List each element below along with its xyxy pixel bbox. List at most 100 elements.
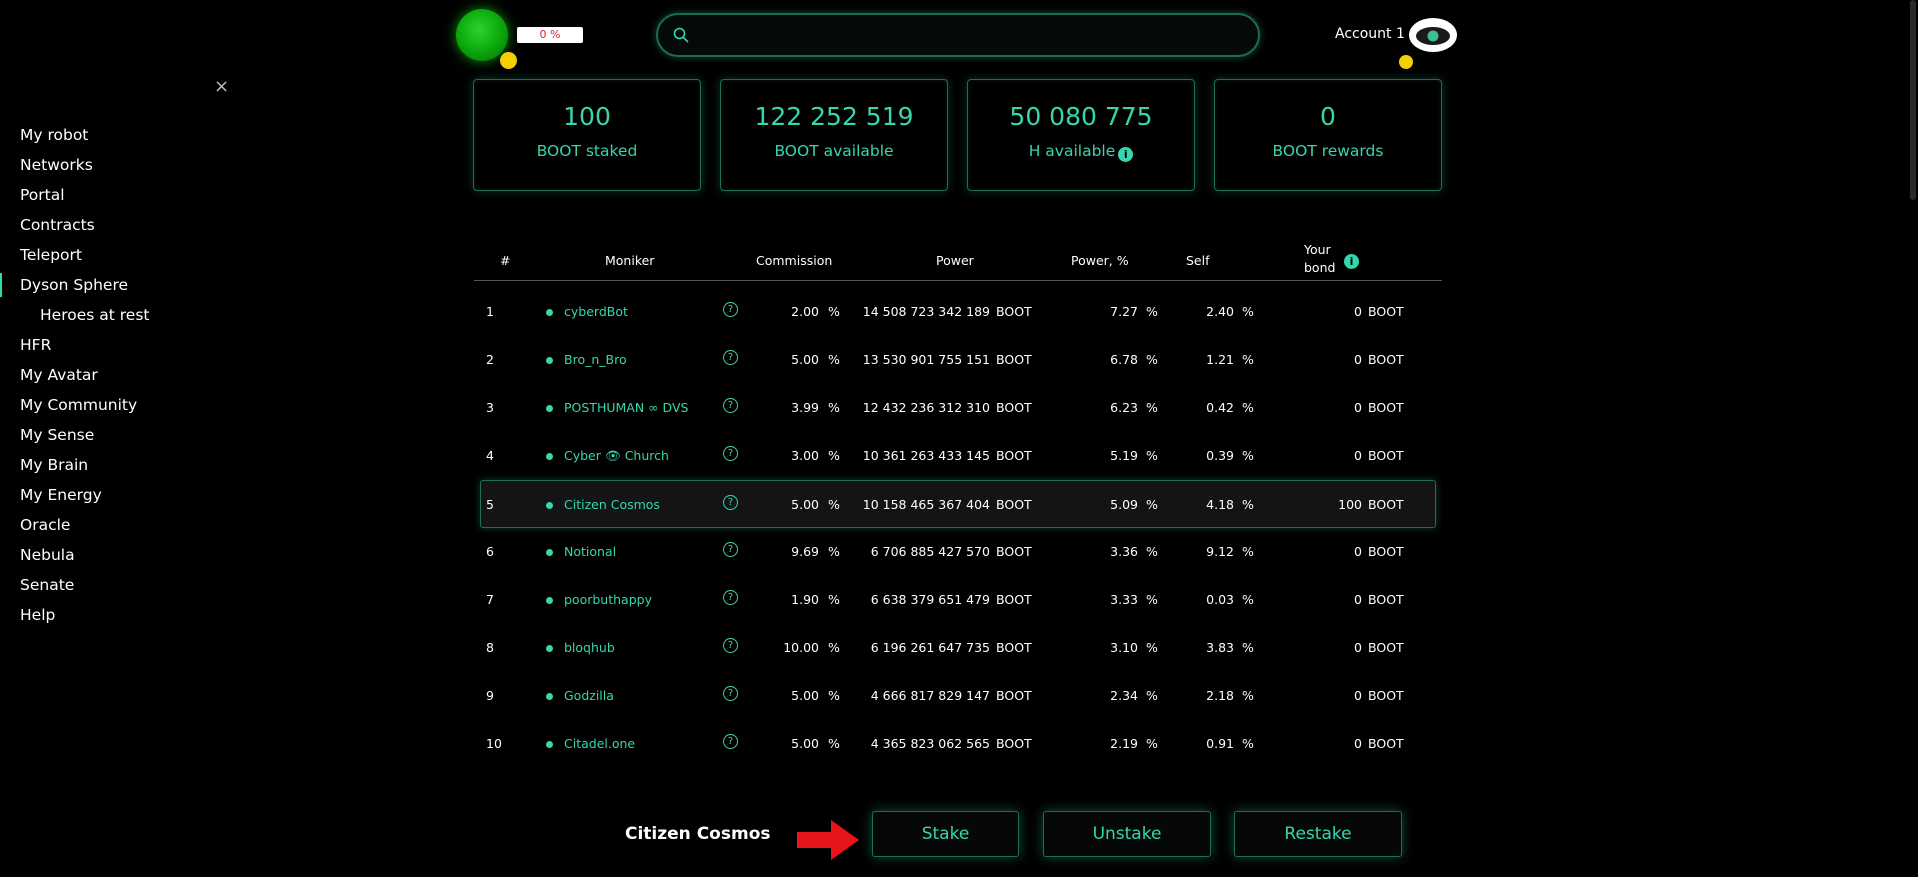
cell-number: 6 [486, 544, 494, 559]
validator-moniker-link[interactable]: cyberdBot [564, 304, 628, 319]
cell-self: 1.21 [1206, 352, 1234, 367]
cell-self: 0.42 [1206, 400, 1234, 415]
cell-self-unit: % [1242, 688, 1254, 703]
col-header-self[interactable]: Self [1186, 253, 1210, 268]
table-row[interactable]: 4 Cyber 👁 Church? 3.00% 10 361 263 433 145 B… [474, 432, 1442, 480]
cell-power-pct: 2.19 [1110, 736, 1138, 751]
table-row[interactable]: 10 Citadel.one? 5.00% 4 365 823 062 565 BOOT… [474, 720, 1442, 768]
unstake-button[interactable]: Unstake [1043, 811, 1211, 857]
cell-bond-unit: BOOT [1368, 304, 1404, 319]
cell-bond: 0 [1354, 304, 1362, 319]
cell-number: 2 [486, 352, 494, 367]
validator-moniker-link[interactable]: Citizen Cosmos [564, 497, 660, 512]
bond-info-icon[interactable]: i [1344, 254, 1359, 269]
cell-power-pct: 5.09 [1110, 497, 1138, 512]
question-icon[interactable]: ? [723, 495, 738, 510]
question-icon[interactable]: ? [723, 542, 738, 557]
cell-power-unit: BOOT [996, 304, 1032, 319]
robot-orb-icon[interactable] [456, 9, 508, 61]
cell-power-unit: BOOT [996, 497, 1032, 512]
cell-commission: 5.00 [791, 736, 819, 751]
cell-self: 0.03 [1206, 592, 1234, 607]
table-row[interactable]: 5 Citizen Cosmos? 5.00% 10 158 465 367 404 B… [480, 480, 1436, 528]
cell-commission: 3.00 [791, 448, 819, 463]
validator-moniker-link[interactable]: Notional [564, 544, 616, 559]
validator-moniker-link[interactable]: Godzilla [564, 688, 614, 703]
sidebar-item-dyson-sphere[interactable]: Dyson Sphere [0, 270, 280, 300]
account-eye-icon[interactable] [1408, 17, 1458, 53]
question-icon[interactable]: ? [723, 350, 738, 365]
sidebar-item-my-robot[interactable]: My robot [0, 120, 280, 150]
page-scrollbar[interactable] [1910, 0, 1916, 200]
table-row[interactable]: 1 cyberdBot? 2.00% 14 508 723 342 189 BOOT 7.… [474, 288, 1442, 336]
question-icon[interactable]: ? [723, 590, 738, 605]
col-header-commission[interactable]: Commission [756, 253, 832, 268]
question-icon[interactable]: ? [723, 446, 738, 461]
validator-moniker-link[interactable]: bloqhub [564, 640, 615, 655]
col-header-your-bond-line1: Your [1304, 242, 1331, 257]
cell-commission: 9.69 [791, 544, 819, 559]
question-icon[interactable]: ? [723, 734, 738, 749]
col-header-number[interactable]: # [500, 253, 510, 268]
table-row[interactable]: 2 Bro_n_Bro? 5.00% 13 530 901 755 151 BOOT 6.… [474, 336, 1442, 384]
status-dot-icon [546, 549, 553, 556]
cell-bond-unit: BOOT [1368, 448, 1404, 463]
sidebar-item-my-brain[interactable]: My Brain [0, 450, 280, 480]
table-row[interactable]: 6 Notional? 9.69% 6 706 885 427 570 BOOT 3.36… [474, 528, 1442, 576]
sidebar-item-help[interactable]: Help [0, 600, 280, 630]
question-icon[interactable]: ? [723, 686, 738, 701]
cell-bond: 0 [1354, 448, 1362, 463]
validator-moniker-link[interactable]: Citadel.one [564, 736, 635, 751]
cell-power-unit: BOOT [996, 352, 1032, 367]
search-bar[interactable] [656, 13, 1260, 57]
sidebar-item-my-avatar[interactable]: My Avatar [0, 360, 280, 390]
cell-power-pct: 5.19 [1110, 448, 1138, 463]
sidebar-item-oracle[interactable]: Oracle [0, 510, 280, 540]
validator-moniker-link[interactable]: Cyber 👁 Church [564, 448, 669, 464]
close-sidebar-icon[interactable]: × [214, 78, 232, 96]
sidebar-item-portal[interactable]: Portal [0, 180, 280, 210]
col-header-your-bond[interactable]: Your bond [1304, 241, 1335, 277]
cell-self-unit: % [1242, 304, 1254, 319]
table-row[interactable]: 9 Godzilla? 5.00% 4 666 817 829 147 BOOT 2.34… [474, 672, 1442, 720]
table-row[interactable]: 8 bloqhub? 10.00% 6 196 261 647 735 BOOT 3.10… [474, 624, 1442, 672]
sidebar-item-networks[interactable]: Networks [0, 150, 280, 180]
stat-value: 100 [563, 102, 611, 131]
col-header-power-pct[interactable]: Power, % [1071, 253, 1129, 268]
cell-power-unit: BOOT [996, 688, 1032, 703]
sidebar-item-senate[interactable]: Senate [0, 570, 280, 600]
col-header-power[interactable]: Power [936, 253, 974, 268]
validator-moniker-link[interactable]: POSTHUMAN ∞ DVS [564, 400, 688, 415]
sidebar-item-nebula[interactable]: Nebula [0, 540, 280, 570]
selected-validator-name: Citizen Cosmos [625, 824, 771, 844]
validators-table-body: 1 cyberdBot? 2.00% 14 508 723 342 189 BOOT 7.… [474, 288, 1442, 792]
question-icon[interactable]: ? [723, 302, 738, 317]
sidebar-item-teleport[interactable]: Teleport [0, 240, 280, 270]
sidebar-item-my-community[interactable]: My Community [0, 390, 280, 420]
cell-bond-unit: BOOT [1368, 544, 1404, 559]
cell-commission: 1.90 [791, 592, 819, 607]
info-icon[interactable]: i [1118, 147, 1134, 162]
cell-power: 6 638 379 651 479 [870, 592, 990, 607]
sidebar-item-my-sense[interactable]: My Sense [0, 420, 280, 450]
sidebar-item-contracts[interactable]: Contracts [0, 210, 280, 240]
cell-commission-unit: % [828, 640, 840, 655]
cell-power-pct-unit: % [1146, 497, 1158, 512]
cell-commission-unit: % [828, 736, 840, 751]
sidebar-item-my-energy[interactable]: My Energy [0, 480, 280, 510]
sidebar-item-heroes-at-rest[interactable]: Heroes at rest [0, 300, 280, 330]
stake-button[interactable]: Stake [872, 811, 1019, 857]
table-row[interactable]: 7 poorbuthappy? 1.90% 6 638 379 651 479 BOOT… [474, 576, 1442, 624]
table-row[interactable]: 3 POSTHUMAN ∞ DVS? 3.99% 12 432 236 312 310… [474, 384, 1442, 432]
account-name[interactable]: Account 1 [1335, 26, 1405, 42]
cell-power: 14 508 723 342 189 [862, 304, 990, 319]
question-icon[interactable]: ? [723, 638, 738, 653]
search-input[interactable] [702, 23, 1242, 47]
validator-moniker-link[interactable]: Bro_n_Bro [564, 352, 627, 367]
question-icon[interactable]: ? [723, 398, 738, 413]
sidebar-item-hfr[interactable]: HFR [0, 330, 280, 360]
col-header-moniker[interactable]: Moniker [605, 253, 654, 268]
validator-moniker-link[interactable]: poorbuthappy [564, 592, 652, 607]
cell-number: 10 [486, 736, 502, 751]
restake-button[interactable]: Restake [1234, 811, 1402, 857]
